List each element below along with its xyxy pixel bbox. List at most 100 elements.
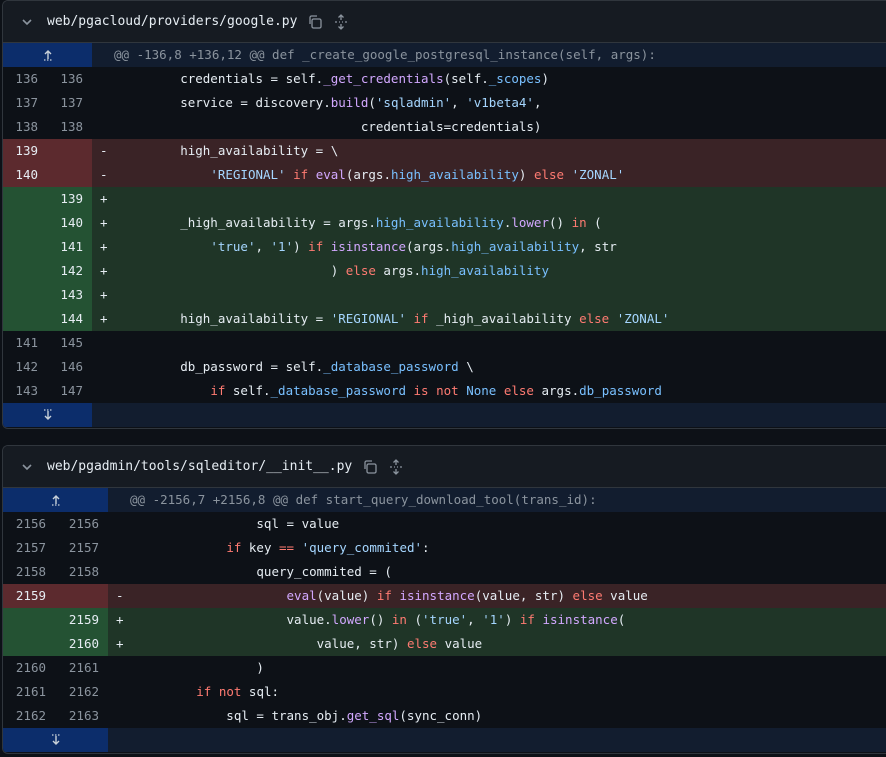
old-line-number[interactable]: 2162 xyxy=(3,704,55,728)
code-line: ) else args.high_availability xyxy=(110,259,886,283)
old-line-number[interactable]: 136 xyxy=(3,67,47,91)
diff-sign: + xyxy=(100,191,108,206)
old-line-number[interactable] xyxy=(3,632,55,656)
code-token: ) xyxy=(518,167,534,182)
new-line-number[interactable]: 139 xyxy=(47,187,92,211)
deleted-line: 2159 - eval(value) if isinstance(value, s… xyxy=(3,584,886,608)
code-token: 'query_commited' xyxy=(301,540,423,555)
chevron-down-icon[interactable] xyxy=(21,460,35,474)
chevron-down-icon[interactable] xyxy=(21,15,35,29)
old-line-number[interactable] xyxy=(3,235,47,259)
old-line-number[interactable] xyxy=(3,307,47,331)
unfold-icon[interactable] xyxy=(388,458,404,475)
new-line-number[interactable]: 142 xyxy=(47,259,92,283)
copy-icon[interactable] xyxy=(362,459,378,475)
code-token: if xyxy=(376,588,392,603)
new-line-number[interactable] xyxy=(55,584,108,608)
new-line-number[interactable]: 2158 xyxy=(55,560,108,584)
old-line-number[interactable]: 137 xyxy=(3,91,47,115)
new-line-number[interactable]: 2162 xyxy=(55,680,108,704)
new-line-number[interactable]: 146 xyxy=(47,355,92,379)
diff-sign: + xyxy=(100,215,108,230)
new-line-number[interactable]: 140 xyxy=(47,211,92,235)
new-line-number[interactable]: 2157 xyxy=(55,536,108,560)
unfold-icon[interactable] xyxy=(333,13,349,30)
old-line-number[interactable] xyxy=(3,608,55,632)
new-line-number[interactable]: 2161 xyxy=(55,656,108,680)
diff-sign: + xyxy=(100,287,108,302)
code-line: high_availability = \ xyxy=(110,139,886,163)
context-line: 2157 2157 if key == 'query_commited': xyxy=(3,536,886,560)
code-line: value, str) else value xyxy=(126,632,886,656)
new-line-number[interactable]: 137 xyxy=(47,91,92,115)
new-line-number[interactable]: 143 xyxy=(47,283,92,307)
expand-up-icon[interactable] xyxy=(3,43,92,67)
code-token: == xyxy=(279,540,295,555)
new-line-number[interactable] xyxy=(47,139,92,163)
old-line-number[interactable]: 142 xyxy=(3,355,47,379)
new-line-number[interactable]: 2159 xyxy=(55,608,108,632)
old-line-number[interactable] xyxy=(3,259,47,283)
code-token: credentials = self. xyxy=(120,71,324,86)
diff-sign: + xyxy=(100,311,108,326)
code-token: lower xyxy=(511,215,549,230)
diff-sign xyxy=(108,680,126,704)
old-line-number[interactable]: 2156 xyxy=(3,512,55,536)
old-line-number[interactable]: 2157 xyxy=(3,536,55,560)
expand-down-icon[interactable] xyxy=(3,728,108,752)
old-line-number[interactable]: 2159 xyxy=(3,584,55,608)
deleted-line: 140 - 'REGIONAL' if eval(args.high_availa… xyxy=(3,163,886,187)
file-path[interactable]: web/pgadmin/tools/sqleditor/__init__.py xyxy=(47,459,352,474)
added-line: 2160 + value, str) else value xyxy=(3,632,886,656)
code-token: if xyxy=(308,239,324,254)
diff-sign xyxy=(108,656,126,680)
expand-down-icon[interactable] xyxy=(3,403,92,427)
hunk-header-row: @@ -2156,7 +2156,8 @@ def start_query_do… xyxy=(3,488,886,512)
old-line-number[interactable]: 139 xyxy=(3,139,47,163)
code-line: if not sql: xyxy=(126,680,886,704)
code-token: value xyxy=(437,636,483,651)
new-line-number[interactable]: 2160 xyxy=(55,632,108,656)
old-line-number[interactable]: 143 xyxy=(3,379,47,403)
old-line-number[interactable] xyxy=(3,283,47,307)
old-line-number[interactable]: 140 xyxy=(3,163,47,187)
old-line-number[interactable] xyxy=(3,211,47,235)
new-line-number[interactable]: 145 xyxy=(47,331,92,355)
new-line-number[interactable]: 147 xyxy=(47,379,92,403)
code-token: (value, str) xyxy=(474,588,573,603)
copy-icon[interactable] xyxy=(307,14,323,30)
new-line-number[interactable] xyxy=(47,163,92,187)
code-token: () xyxy=(548,215,572,230)
expand-up-icon[interactable] xyxy=(3,488,108,512)
file-header: web/pgacloud/providers/google.py xyxy=(3,1,886,43)
code-token: ( xyxy=(586,215,602,230)
code-line: eval(value) if isinstance(value, str) el… xyxy=(126,584,886,608)
code-token: query_commited = ( xyxy=(136,564,392,579)
code-token: 'true' xyxy=(210,239,256,254)
code-line: sql = trans_obj.get_sql(sync_conn) xyxy=(126,704,886,728)
old-line-number[interactable]: 141 xyxy=(3,331,47,355)
old-line-number[interactable]: 2158 xyxy=(3,560,55,584)
context-line: 137 137 service = discovery.build('sqladm… xyxy=(3,91,886,115)
code-token: else xyxy=(406,636,438,651)
old-line-number[interactable]: 138 xyxy=(3,115,47,139)
new-line-number[interactable]: 144 xyxy=(47,307,92,331)
file-path[interactable]: web/pgacloud/providers/google.py xyxy=(47,14,297,29)
code-token: _high_availability = args. xyxy=(120,215,376,230)
old-line-number[interactable]: 2161 xyxy=(3,680,55,704)
diff-sign xyxy=(108,704,126,728)
new-line-number[interactable]: 136 xyxy=(47,67,92,91)
new-line-number[interactable]: 141 xyxy=(47,235,92,259)
old-line-number[interactable]: 2160 xyxy=(3,656,55,680)
new-line-number[interactable]: 2156 xyxy=(55,512,108,536)
context-line: 138 138 credentials=credentials) xyxy=(3,115,886,139)
new-line-number[interactable]: 2163 xyxy=(55,704,108,728)
code-token: \ xyxy=(458,359,474,374)
hunk-header-text: @@ -2156,7 +2156,8 @@ def start_query_do… xyxy=(130,492,597,507)
code-line: credentials = self._get_credentials(self… xyxy=(110,67,886,91)
old-line-number[interactable] xyxy=(3,187,47,211)
new-line-number[interactable]: 138 xyxy=(47,115,92,139)
